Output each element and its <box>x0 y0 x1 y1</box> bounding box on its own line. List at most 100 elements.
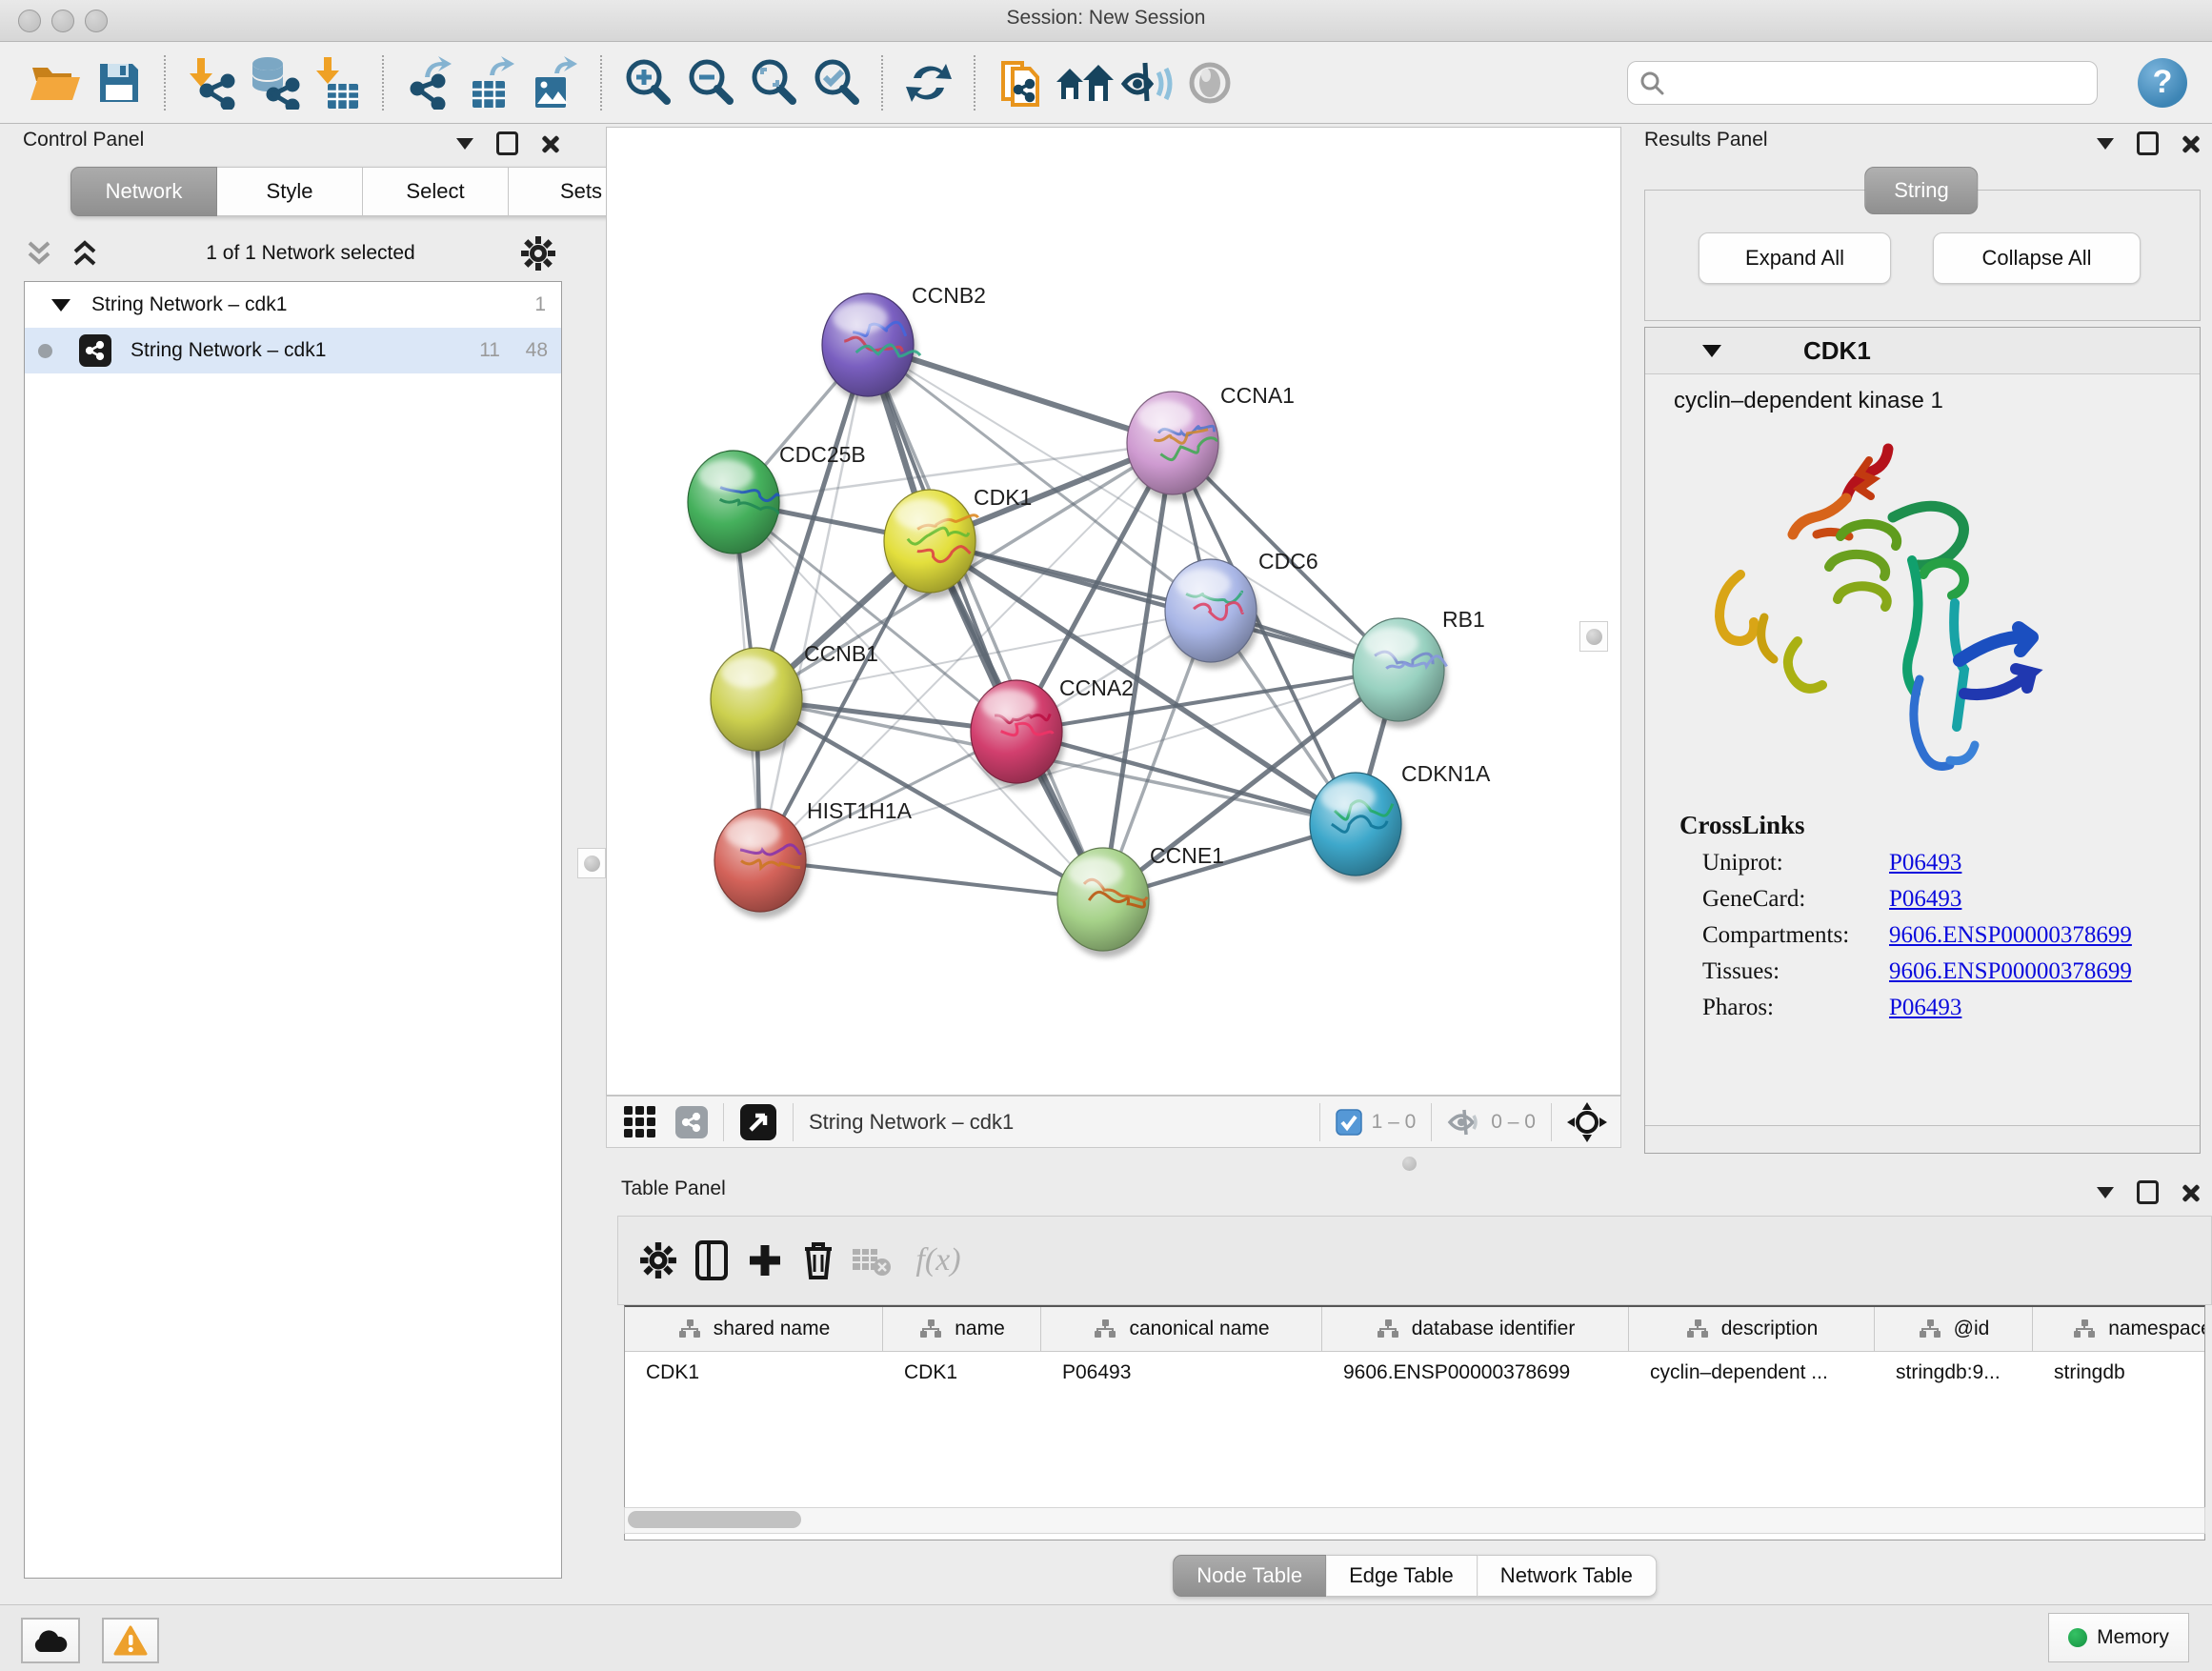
detach-view-icon[interactable] <box>739 1103 777 1141</box>
toolbar-separator <box>382 55 385 111</box>
column-header--id[interactable]: @id <box>1875 1307 2033 1351</box>
table-cell[interactable]: P06493 <box>1041 1352 1322 1394</box>
apply-layout-button[interactable] <box>897 51 960 114</box>
node-CDC6[interactable]: CDC6 <box>1165 549 1318 669</box>
edge-h1-e1[interactable] <box>760 860 1103 899</box>
column-header-namespace[interactable]: namespace <box>2033 1307 2205 1351</box>
table-cell[interactable]: stringdb:9... <box>1875 1352 2033 1394</box>
hidden-eye-slash-icon[interactable] <box>1447 1108 1481 1137</box>
crosslink-link[interactable]: P06493 <box>1889 995 1961 1020</box>
panel-menu-icon[interactable] <box>2097 1187 2114 1198</box>
horizontal-splitter-handle[interactable] <box>1402 1157 1417 1171</box>
zoom-selected-button[interactable] <box>805 51 868 114</box>
horizontal-scrollbar[interactable] <box>624 1507 2205 1534</box>
columns-icon <box>694 1239 729 1281</box>
export-network-button[interactable] <box>398 51 461 114</box>
table-cell[interactable]: 9606.ENSP00000378699 <box>1322 1352 1629 1394</box>
tab-style[interactable]: Style <box>217 167 363 216</box>
column-header-description[interactable]: description <box>1629 1307 1875 1351</box>
help-button[interactable]: ? <box>2138 58 2187 108</box>
column-header-database-identifier[interactable]: database identifier <box>1322 1307 1629 1351</box>
search-input[interactable] <box>1674 70 2085 95</box>
import-network-file-button[interactable] <box>180 51 243 114</box>
protein-section-header[interactable]: CDK1 <box>1645 328 2200 374</box>
hide-details-button[interactable] <box>1116 51 1178 114</box>
tab-edge-table[interactable]: Edge Table <box>1326 1555 1478 1597</box>
tab-network[interactable]: Network <box>70 167 217 216</box>
export-table-button[interactable] <box>461 51 524 114</box>
birds-eye-crosshair-icon[interactable] <box>1567 1102 1607 1142</box>
panel-menu-icon[interactable] <box>2097 138 2114 150</box>
export-image-button[interactable] <box>524 51 587 114</box>
node-CCNB2[interactable]: CCNB2 <box>822 283 986 403</box>
search-box[interactable] <box>1627 61 2098 105</box>
tab-string[interactable]: String <box>1864 167 1978 214</box>
add-column-button[interactable] <box>738 1234 792 1287</box>
panel-float-icon[interactable] <box>496 131 518 155</box>
save-session-button[interactable] <box>88 51 151 114</box>
panel-close-icon[interactable] <box>2182 1183 2201 1202</box>
cloud-button[interactable] <box>21 1618 80 1663</box>
homes-button[interactable] <box>1053 51 1116 114</box>
column-header-canonical-name[interactable]: canonical name <box>1041 1307 1322 1351</box>
node-HIST1H1A[interactable]: HIST1H1A <box>714 798 913 918</box>
zoom-fit-button[interactable] <box>742 51 805 114</box>
crosslink-link[interactable]: 9606.ENSP00000378699 <box>1889 922 2132 948</box>
show-columns-button[interactable] <box>685 1234 738 1287</box>
network-row-selected[interactable]: String Network – cdk1 11 48 <box>25 328 561 373</box>
node-CCNB1[interactable]: CCNB1 <box>711 641 878 757</box>
left-splitter-handle[interactable] <box>577 848 606 878</box>
panel-menu-icon[interactable] <box>456 138 473 150</box>
gear-icon[interactable] <box>520 235 556 272</box>
import-table-file-button[interactable] <box>306 51 369 114</box>
crosslink-row: Pharos:P06493 <box>1702 995 2200 1021</box>
collapse-all-button[interactable]: Collapse All <box>1933 232 2141 284</box>
network-graph[interactable]: CCNB2CCNA1CDC25BCDK1CDC6RB1CCNB1CCNA2CDK… <box>607 128 1620 1095</box>
panel-close-icon[interactable] <box>541 134 560 153</box>
edge-k1-rb[interactable] <box>930 541 1398 670</box>
table-settings-button[interactable] <box>632 1234 685 1287</box>
expand-all-icon[interactable] <box>69 239 101 268</box>
panel-float-icon[interactable] <box>2137 1180 2159 1204</box>
collapse-all-icon[interactable] <box>23 239 55 268</box>
table-cell[interactable]: CDK1 <box>625 1352 883 1394</box>
node-CDKN1A[interactable]: CDKN1A <box>1310 761 1491 882</box>
delete-column-button[interactable] <box>792 1234 845 1287</box>
panel-close-icon[interactable] <box>2182 134 2201 153</box>
right-splitter-handle[interactable] <box>1579 621 1608 652</box>
crosslink-link[interactable]: 9606.ENSP00000378699 <box>1889 958 2132 984</box>
zoom-in-button[interactable] <box>616 51 679 114</box>
edge-b2-h1[interactable] <box>760 345 868 860</box>
selected-checkbox-icon[interactable] <box>1336 1109 1362 1136</box>
node-RB1[interactable]: RB1 <box>1353 607 1485 728</box>
table-cell[interactable]: cyclin–dependent ... <box>1629 1352 1875 1394</box>
table-cell[interactable]: CDK1 <box>883 1352 1041 1394</box>
expand-all-button[interactable]: Expand All <box>1699 232 1891 284</box>
lens-button[interactable] <box>1178 51 1241 114</box>
scrollbar-thumb[interactable] <box>628 1511 801 1528</box>
network-collection-row[interactable]: String Network – cdk1 1 <box>25 282 561 328</box>
open-session-button[interactable] <box>25 51 88 114</box>
zoom-out-button[interactable] <box>679 51 742 114</box>
node-CDC25B[interactable]: CDC25B <box>688 442 866 560</box>
memory-button[interactable]: Memory <box>2048 1613 2189 1662</box>
tab-node-table[interactable]: Node Table <box>1173 1555 1326 1597</box>
crosslink-link[interactable]: P06493 <box>1889 850 1961 876</box>
crosslink-link[interactable]: P06493 <box>1889 886 1961 912</box>
column-header-name[interactable]: name <box>883 1307 1041 1351</box>
panel-float-icon[interactable] <box>2137 131 2159 155</box>
column-header-shared-name[interactable]: shared name <box>625 1307 883 1351</box>
node-CCNE1[interactable]: CCNE1 <box>1057 843 1224 957</box>
collection-expander-icon[interactable] <box>51 299 70 312</box>
copy-style-button[interactable] <box>990 51 1053 114</box>
table-row[interactable]: CDK1CDK1P064939606.ENSP00000378699cyclin… <box>625 1352 2204 1394</box>
grid-mode-icon[interactable] <box>622 1104 658 1140</box>
string-view-icon[interactable] <box>675 1106 708 1138</box>
network-canvas[interactable]: CCNB2CCNA1CDC25BCDK1CDC6RB1CCNB1CCNA2CDK… <box>606 127 1621 1096</box>
table-cell[interactable]: stringdb <box>2033 1352 2205 1394</box>
warnings-button[interactable] <box>102 1618 159 1663</box>
section-expander-icon[interactable] <box>1702 345 1721 357</box>
tab-network-table[interactable]: Network Table <box>1478 1555 1657 1597</box>
import-network-database-button[interactable] <box>243 51 306 114</box>
tab-select[interactable]: Select <box>363 167 509 216</box>
